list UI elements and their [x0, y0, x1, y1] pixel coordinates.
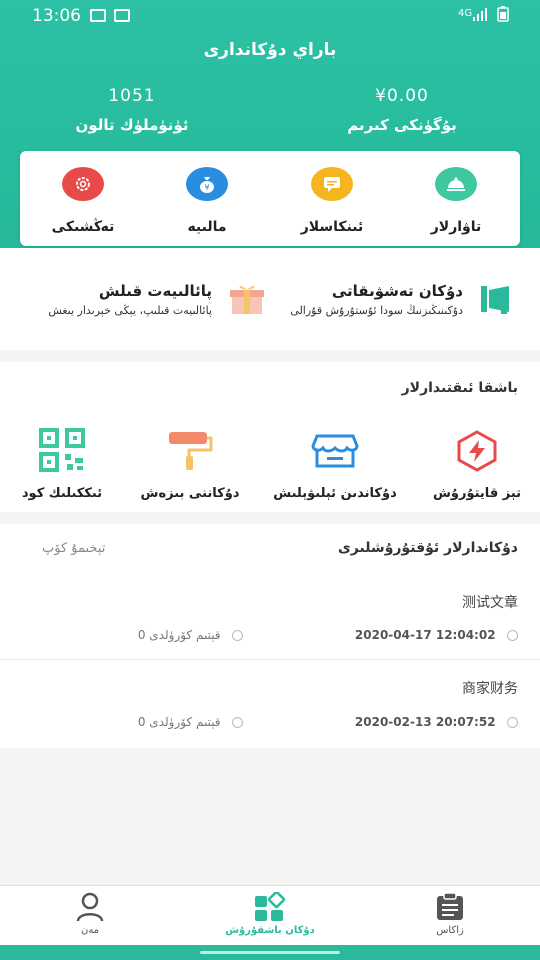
- section-title: دۇكاندارلار ئۇقتۇرۇشلىرى: [337, 540, 518, 556]
- paint-roller-icon: [169, 432, 213, 470]
- battery-icon: [497, 6, 509, 22]
- page-title: باراي دۇكاندارى: [203, 40, 337, 60]
- today-income[interactable]: ¥0.00 بۇگۈنكى كىرىم: [302, 86, 502, 134]
- tool-label: ئىككىلىك كود: [21, 486, 103, 501]
- quick-action-label: ئىنكاسلار: [300, 219, 364, 235]
- valid-coupons[interactable]: 1051 ئۈنۈملۈك تالون: [32, 86, 232, 134]
- qr-code-icon: [39, 428, 85, 472]
- manage-tools-section: باشقا ئىقتىدارلار تېز قايتۇرۇش دۇكاندىن …: [0, 362, 540, 512]
- tab-orders[interactable]: زاكاس: [390, 892, 510, 936]
- tool-store-pickup[interactable]: دۇكاندىن ئېلىۋېلىش: [270, 428, 400, 501]
- clock-icon: [232, 630, 243, 641]
- valid-coupons-value: 1051: [108, 86, 156, 106]
- settings-icon: [62, 167, 104, 201]
- gift-icon: [230, 285, 264, 314]
- tab-me[interactable]: مەن: [30, 892, 150, 936]
- quick-action-comments[interactable]: ئىنكاسلار: [287, 167, 377, 235]
- article-views-text: 0 قېتىم كۆرۈلدى: [137, 628, 221, 642]
- clock-icon: [507, 717, 518, 728]
- article-item[interactable]: 测试文章 2020-04-17 12:04:02 0 قېتىم كۆرۈلدى: [0, 576, 540, 660]
- clock-icon: [507, 630, 518, 641]
- signal-icon: [473, 8, 487, 21]
- money-bag-icon: ¥: [186, 167, 228, 201]
- status-bar: 13:06 4G: [0, 6, 540, 28]
- promo-shop-advertising[interactable]: دۇكان تەشۋىقاتى دۇكىنىڭىزنىڭ سودا ئۇستۇر…: [270, 276, 525, 326]
- quick-action-finance[interactable]: ¥ مالىيە: [162, 167, 252, 235]
- article-time: 2020-02-13 20:07:52: [355, 715, 518, 729]
- quick-action-products[interactable]: تاۋارلار: [411, 167, 501, 235]
- quick-action-label: مالىيە: [187, 219, 227, 235]
- article-title: 测试文章: [462, 595, 518, 611]
- promo-title: پائالىيەت قىلش: [98, 282, 212, 300]
- network-label: 4G: [458, 8, 473, 19]
- home-indicator[interactable]: [200, 951, 340, 954]
- tool-label: دۇكاننى بىزەش: [140, 486, 240, 501]
- clipboard-icon: [437, 892, 463, 920]
- tool-label: تېز قايتۇرۇش: [432, 486, 522, 501]
- status-time: 13:06: [32, 6, 81, 26]
- article-views: 0 قېتىم كۆرۈلدى: [138, 628, 243, 642]
- tab-label: مەن: [80, 925, 100, 936]
- article-time-text: 2020-02-13 20:07:52: [354, 715, 496, 729]
- promo-subtitle: دۇكىنىڭىزنىڭ سودا ئۇستۇرۇش قۇرالى: [290, 304, 463, 317]
- tool-quick-refund[interactable]: تېز قايتۇرۇش: [412, 428, 540, 501]
- quick-action-label: تاۋارلار: [430, 219, 482, 235]
- grid-icon: [255, 890, 286, 921]
- more-link[interactable]: تېخىمۇ كۆپ: [42, 541, 105, 556]
- tool-decorate-store[interactable]: دۇكاننى بىزەش: [125, 428, 255, 501]
- bottom-tab-bar: زاكاس دۇكان باشقۇرۇش مەن: [0, 885, 540, 945]
- promo-subtitle: پائالىيەت قىلىپ، يېڭى خېرىدار يىغش: [48, 304, 212, 317]
- article-item[interactable]: 商家财务 2020-02-13 20:07:52 0 قېتىم كۆرۈلدى: [0, 662, 540, 746]
- store-icon: [311, 434, 359, 468]
- today-income-label: بۇگۈنكى كىرىم: [347, 116, 457, 134]
- tab-store-management[interactable]: دۇكان باشقۇرۇش: [210, 890, 330, 936]
- megaphone-icon: [481, 286, 509, 314]
- tool-qr-code[interactable]: ئىككىلىك كود: [0, 428, 127, 501]
- dish-icon: [435, 167, 477, 201]
- articles-section: دۇكاندارلار ئۇقتۇرۇشلىرى تېخىمۇ كۆپ 测试文章…: [0, 524, 540, 748]
- promo-title: دۇكان تەشۋىقاتى: [331, 282, 463, 300]
- quick-action-settings[interactable]: تەڭشىكى: [38, 167, 128, 235]
- quick-action-label: تەڭشىكى: [51, 219, 115, 235]
- valid-coupons-label: ئۈنۈملۈك تالون: [75, 116, 189, 134]
- article-title: 商家财务: [462, 681, 518, 697]
- tool-label: دۇكاندىن ئېلىۋېلىش: [273, 486, 397, 501]
- article-views: 0 قېتىم كۆرۈلدى: [138, 715, 243, 729]
- notification-icon: [90, 9, 106, 22]
- clock-icon: [232, 717, 243, 728]
- system-nav-bar: [0, 945, 540, 960]
- article-views-text: 0 قېتىم كۆرۈلدى: [137, 715, 221, 729]
- article-time-text: 2020-04-17 12:04:02: [354, 628, 496, 642]
- promo-activity[interactable]: پائالىيەت قىلش پائالىيەت قىلىپ، يېڭى خېر…: [20, 276, 270, 326]
- flash-icon: [457, 430, 497, 472]
- comment-icon: [311, 167, 353, 201]
- svg-text:¥: ¥: [204, 183, 209, 192]
- article-time: 2020-04-17 12:04:02: [355, 628, 518, 642]
- promo-section: دۇكان تەشۋىقاتى دۇكىنىڭىزنىڭ سودا ئۇستۇر…: [0, 248, 540, 350]
- user-icon: [76, 892, 104, 922]
- quick-actions-card: تاۋارلار ئىنكاسلار ¥ مالىيە تەڭشىكى: [20, 151, 520, 246]
- image-icon: [114, 9, 130, 22]
- today-income-value: ¥0.00: [375, 86, 429, 106]
- tab-label: زاكاس: [436, 925, 464, 936]
- tab-label: دۇكان باشقۇرۇش: [225, 925, 315, 936]
- section-title: باشقا ئىقتىدارلار: [401, 380, 518, 396]
